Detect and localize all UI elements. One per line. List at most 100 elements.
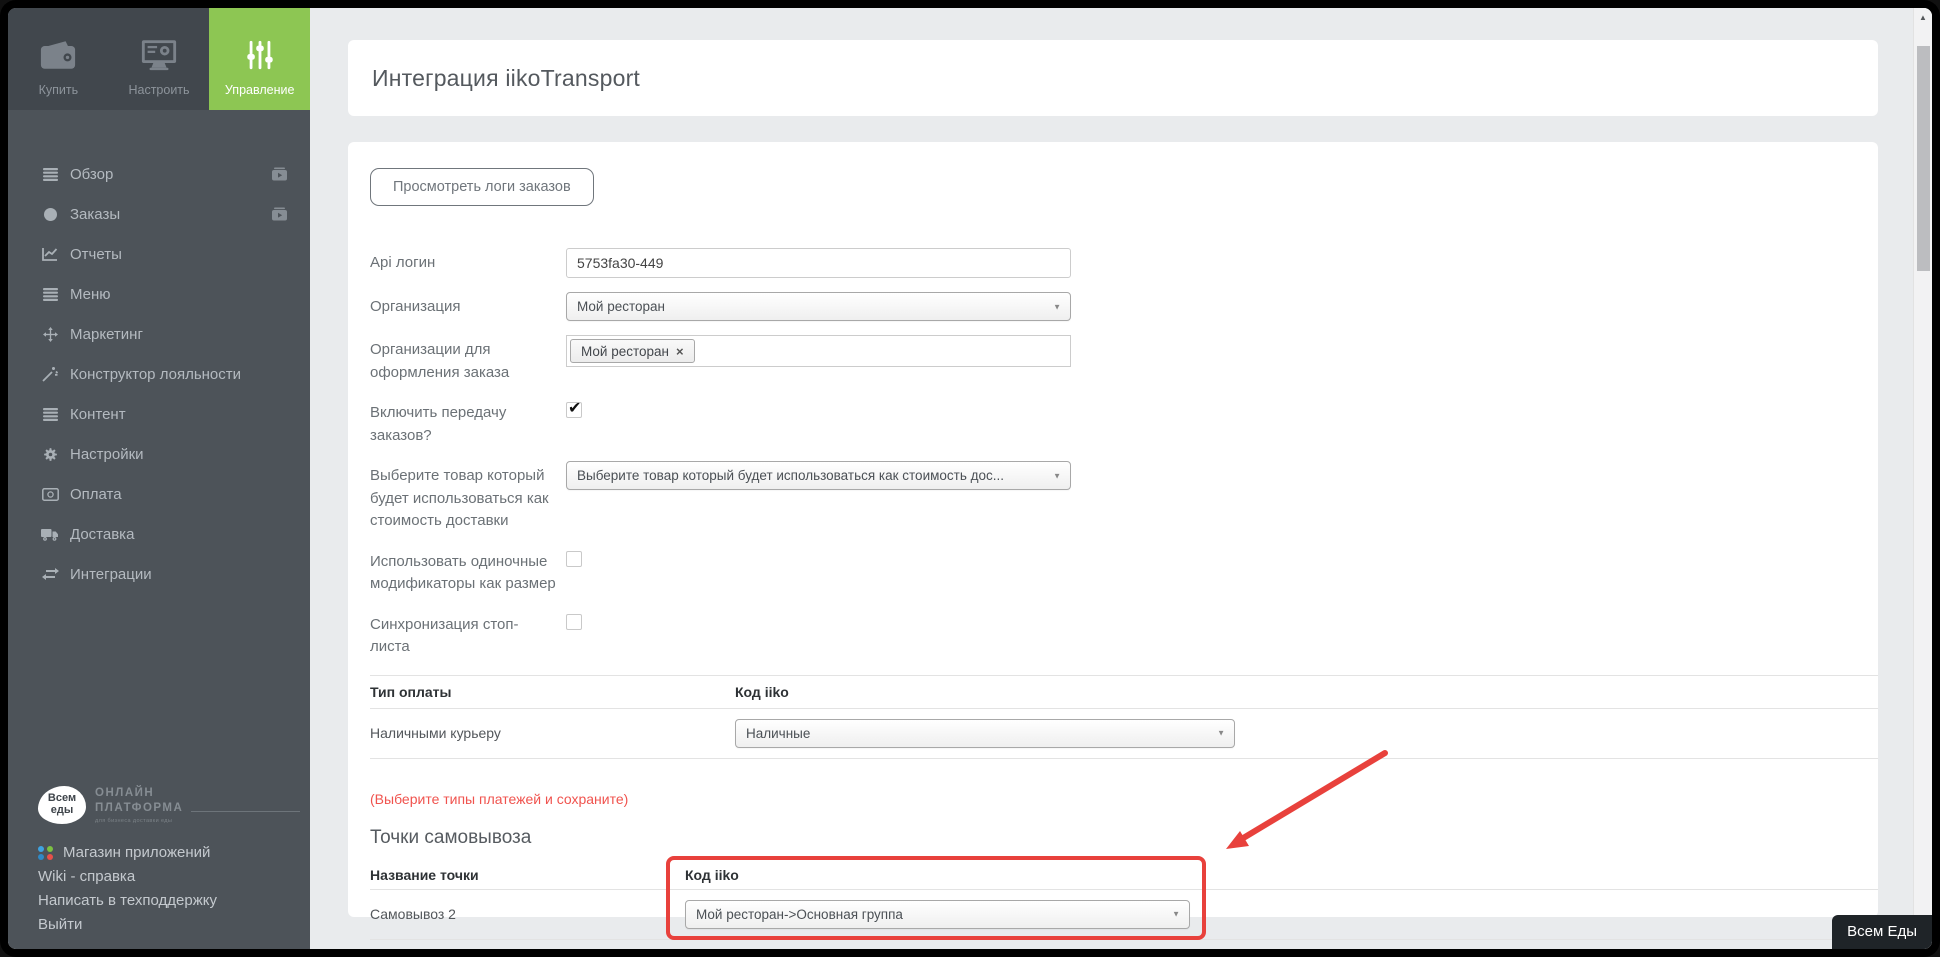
list-icon <box>41 287 59 301</box>
view-order-logs-button[interactable]: Просмотреть логи заказов <box>370 168 594 206</box>
sidebar-item-label: Интеграции <box>70 565 152 583</box>
stoplist-sync-checkbox[interactable] <box>566 613 582 630</box>
tab-buy-label: Купить <box>38 83 79 97</box>
chevron-down-icon: ▼ <box>1217 728 1225 738</box>
sidebar-footer: Всем еды ОНЛАЙН ПЛАТФОРМА для бизнеса до… <box>8 786 310 933</box>
link-label: Выйти <box>38 916 83 933</box>
link-label: Написать в техподдержку <box>38 892 217 909</box>
link-label: Магазин приложений <box>63 844 211 861</box>
api-login-input[interactable]: 5753fa30-449 <box>566 248 1071 278</box>
sidebar-item-overview[interactable]: Обзор <box>8 154 310 194</box>
truck-icon <box>41 528 59 541</box>
form-row-order-orgs: Организации для оформления заказа Мой ре… <box>370 335 1878 384</box>
sidebar-item-loyalty-builder[interactable]: Конструктор лояльности <box>8 354 310 394</box>
app-grid-icon <box>38 845 54 860</box>
link-logout[interactable]: Выйти <box>38 916 310 933</box>
sidebar-item-label: Контент <box>70 405 126 423</box>
link-app-store[interactable]: Магазин приложений <box>38 844 310 861</box>
sidebar-item-settings[interactable]: Настройки <box>8 434 310 474</box>
sidebar-item-marketing[interactable]: Маркетинг <box>8 314 310 354</box>
single-modifiers-checkbox[interactable] <box>566 550 582 567</box>
tab-configure-label: Настроить <box>128 83 190 97</box>
sidebar-item-content[interactable]: Контент <box>8 394 310 434</box>
page-title-card: Интеграция iikoTransport <box>348 40 1878 116</box>
integration-settings-card: Просмотреть логи заказов Api логин 5753f… <box>348 142 1878 940</box>
pickup-code-select-value: Мой ресторан->Основная группа <box>696 906 903 922</box>
sync-arrows-icon <box>41 568 59 580</box>
single-modifiers-label: Использовать одиночные модификаторы как … <box>370 552 556 593</box>
divider <box>191 810 300 812</box>
scrollbar-thumb[interactable] <box>1917 46 1930 271</box>
col-iiko-code: Код iiko <box>735 683 789 700</box>
sidebar-item-label: Доставка <box>70 525 135 543</box>
organization-label: Организация <box>370 298 461 315</box>
sidebar-item-integrations[interactable]: Интеграции <box>8 554 310 594</box>
delivery-product-label: Выберите товар который будет использоват… <box>370 467 549 529</box>
list-icon <box>41 407 59 421</box>
transfer-orders-checkbox[interactable]: ✔ <box>566 400 582 418</box>
form-row-single-modifiers: Использовать одиночные модификаторы как … <box>370 547 1878 596</box>
sidebar-item-label: Обзор <box>70 165 114 183</box>
sidebar-item-label: Настройки <box>70 445 144 463</box>
monitor-gear-icon <box>140 38 178 71</box>
form-row-transfer: Включить передачу заказов? ✔ <box>370 398 1878 447</box>
payment-code-select-value: Наличные <box>746 725 811 741</box>
logo-text-line2: еды <box>50 804 74 816</box>
move-arrows-icon <box>41 326 59 342</box>
chevron-down-icon: ▼ <box>1172 909 1180 919</box>
link-support[interactable]: Написать в техподдержку <box>38 892 310 909</box>
page-title: Интеграция iikoTransport <box>372 64 641 91</box>
magic-wand-icon <box>41 366 59 382</box>
payment-table-header: Тип оплаты Код iiko <box>370 676 1878 709</box>
sidebar-item-label: Заказы <box>70 205 121 223</box>
pickup-points-table: Название точки Код iiko Самовывоз 2 Мой … <box>370 861 1878 950</box>
pickup-point-name: Самовывоз 2 <box>370 906 456 922</box>
col-iiko-code: Код iiko <box>685 866 739 883</box>
brand-logo: Всем еды ОНЛАЙН ПЛАТФОРМА для бизнеса до… <box>38 786 310 824</box>
tab-manage[interactable]: Управление <box>209 8 311 110</box>
sidebar-nav: Обзор Заказы Отчеты Меню Маркетинг Конст… <box>8 154 310 594</box>
video-tutorial-icon[interactable] <box>271 167 288 181</box>
sidebar-item-payment[interactable]: Оплата <box>8 474 310 514</box>
brand-tagline: для бизнеса доставки еды <box>95 817 173 824</box>
tag-close-icon[interactable]: × <box>676 344 684 359</box>
form-row-api-login: Api логин 5753fa30-449 <box>370 248 1878 278</box>
scrollbar[interactable]: ▲ <box>1913 8 1932 949</box>
sidebar-item-label: Оплата <box>70 485 122 503</box>
tab-buy[interactable]: Купить <box>8 8 109 110</box>
delivery-product-select[interactable]: Выберите товар который будет использоват… <box>566 461 1071 490</box>
organization-select[interactable]: Мой ресторан ▼ <box>566 292 1071 321</box>
sidebar-item-delivery[interactable]: Доставка <box>8 514 310 554</box>
video-tutorial-icon[interactable] <box>271 207 288 221</box>
pickup-table-header: Название точки Код iiko <box>370 861 1878 890</box>
footer-links: Магазин приложений Wiki - справка Написа… <box>38 844 310 933</box>
payment-code-select[interactable]: Наличные ▼ <box>735 718 1235 748</box>
banknote-icon <box>41 487 59 501</box>
api-login-label: Api логин <box>370 254 436 271</box>
payment-type-name: Наличными курьеру <box>370 725 501 741</box>
sidebar-item-label: Отчеты <box>70 245 122 263</box>
order-orgs-multiselect[interactable]: Мой ресторан × <box>566 335 1071 367</box>
circle-icon <box>41 207 59 221</box>
scroll-up-arrow-icon[interactable]: ▲ <box>1914 13 1932 22</box>
link-wiki[interactable]: Wiki - справка <box>38 868 310 885</box>
brand-text: ОНЛАЙН ПЛАТФОРМА для бизнеса доставки ед… <box>95 786 183 824</box>
col-payment-type: Тип оплаты <box>370 683 452 700</box>
main-area: Интеграция iikoTransport Просмотреть лог… <box>310 8 1932 949</box>
sidebar-item-label: Конструктор лояльности <box>70 365 242 383</box>
order-orgs-label: Организации для оформления заказа <box>370 341 510 381</box>
sidebar-item-orders[interactable]: Заказы <box>8 194 310 234</box>
screenshot-frame: Купить Настроить Управление Обзор Заказы… <box>0 0 1940 957</box>
tab-manage-label: Управление <box>224 83 295 97</box>
sidebar-item-menu[interactable]: Меню <box>8 274 310 314</box>
pickup-code-select-1[interactable]: Мой ресторан->Основная группа ▼ <box>685 899 1190 929</box>
org-tag: Мой ресторан × <box>570 339 695 363</box>
brand-line1: ОНЛАЙН <box>95 787 155 800</box>
brand-badge: Всем Еды <box>1832 915 1932 949</box>
tab-configure[interactable]: Настроить <box>109 8 210 110</box>
sidebar-item-reports[interactable]: Отчеты <box>8 234 310 274</box>
form-row-delivery-product: Выберите товар который будет использоват… <box>370 461 1878 533</box>
vsem-edy-logo-icon: Всем еды <box>38 786 86 824</box>
gear-icon <box>41 447 59 462</box>
sidebar: Купить Настроить Управление Обзор Заказы… <box>8 8 311 949</box>
